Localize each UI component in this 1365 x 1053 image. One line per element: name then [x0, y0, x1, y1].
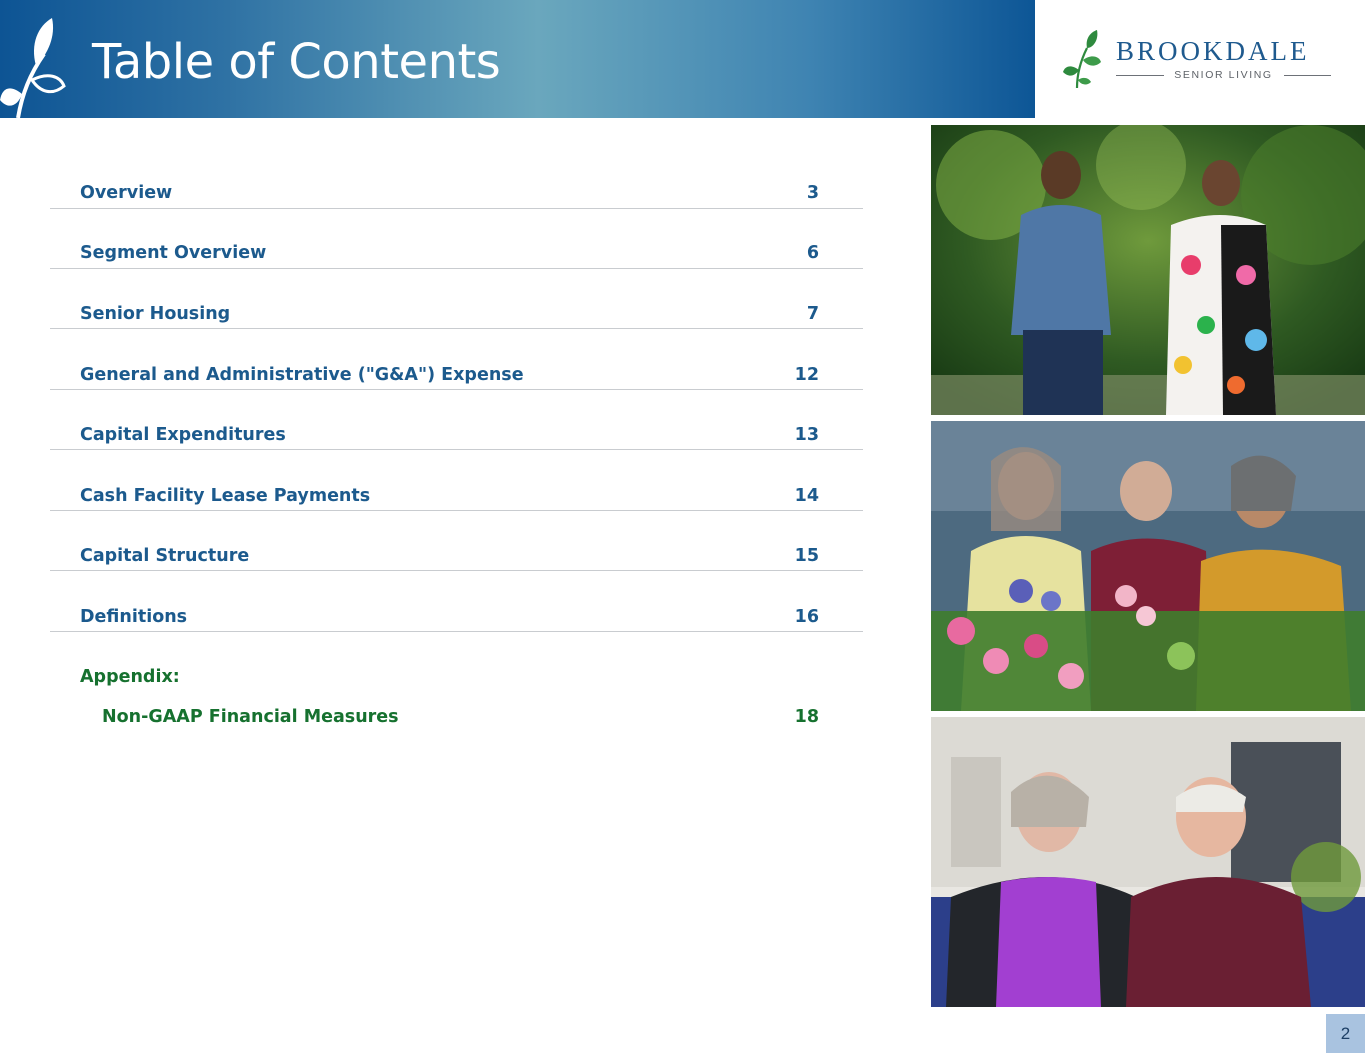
- toc-entry[interactable]: Capital Expenditures 13: [50, 389, 863, 450]
- toc-entry-label[interactable]: Cash Facility Lease Payments: [80, 487, 370, 506]
- logo-tagline-row: SENIOR LIVING: [1116, 68, 1331, 82]
- toc-entry-page: 13: [794, 425, 819, 445]
- appendix-entry-label[interactable]: Non-GAAP Financial Measures: [102, 708, 399, 727]
- photo-women-flowers: [931, 421, 1365, 711]
- toc-entry-label[interactable]: Senior Housing: [80, 305, 230, 324]
- page-title: Table of Contents: [92, 34, 501, 90]
- toc-entry[interactable]: Cash Facility Lease Payments 14: [50, 450, 863, 511]
- toc-entry[interactable]: Overview 3: [50, 148, 863, 209]
- logo-leaf-icon: [1063, 30, 1101, 89]
- toc-entry-page: 14: [794, 486, 819, 506]
- photo-couple-seated: [931, 717, 1365, 1007]
- toc-entry[interactable]: Segment Overview 6: [50, 208, 863, 269]
- toc-entry[interactable]: Senior Housing 7: [50, 268, 863, 329]
- toc-entry-page: 15: [794, 546, 819, 566]
- toc-entry-label[interactable]: Definitions: [80, 608, 187, 627]
- toc-entry-label[interactable]: General and Administrative ("G&A") Expen…: [80, 366, 524, 385]
- toc-entry-label[interactable]: Capital Expenditures: [80, 426, 286, 445]
- header-band: Table of Contents: [0, 0, 1035, 118]
- toc-entry[interactable]: Capital Structure 15: [50, 510, 863, 571]
- toc-entry-page: 7: [806, 304, 819, 324]
- leaf-sprig-icon: [0, 18, 66, 118]
- toc-entry-label[interactable]: Segment Overview: [80, 244, 266, 263]
- logo-wordmark: BROOKDALE: [1116, 36, 1310, 66]
- toc-entry-page: 12: [794, 365, 819, 385]
- photo-couple-garden: [931, 125, 1365, 415]
- toc-entry[interactable]: General and Administrative ("G&A") Expen…: [50, 329, 863, 390]
- toc-entry[interactable]: Definitions 16: [50, 571, 863, 632]
- logo-rule-right: [1284, 75, 1331, 76]
- appendix-entry-page: 18: [794, 707, 819, 727]
- toc-entry-page: 3: [806, 183, 819, 203]
- brookdale-logo: BROOKDALE SENIOR LIVING: [1060, 28, 1340, 92]
- toc-entry-page: 6: [806, 243, 819, 263]
- toc-entry-label[interactable]: Overview: [80, 184, 172, 203]
- toc-entry-page: 16: [794, 607, 819, 627]
- page-number: 2: [1326, 1014, 1365, 1053]
- toc-entry-label[interactable]: Capital Structure: [80, 547, 249, 566]
- appendix-heading: Appendix:: [80, 667, 180, 687]
